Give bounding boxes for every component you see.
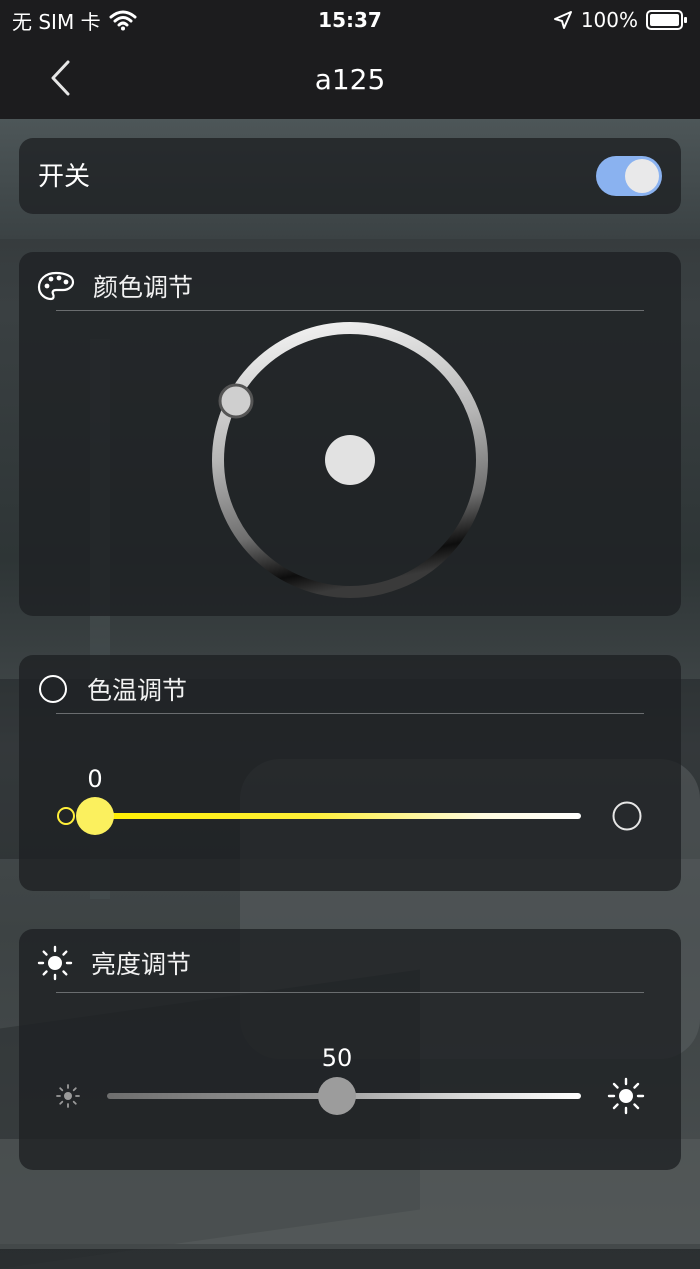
page-title: a125 <box>314 63 386 96</box>
wifi-icon <box>109 10 137 31</box>
sun-icon <box>37 945 73 981</box>
color-temp-card: 色温调节 0 <box>19 655 681 891</box>
dim-sun-icon <box>56 1084 80 1108</box>
temp-value: 0 <box>87 765 103 793</box>
bright-sun-icon <box>607 1077 645 1115</box>
brightness-slider-thumb[interactable] <box>318 1077 356 1115</box>
toggle-knob <box>625 159 659 193</box>
divider <box>56 713 644 714</box>
brightness-card: 亮度调节 50 <box>19 929 681 1170</box>
temp-section-title: 色温调节 <box>87 676 188 705</box>
warm-end-icon <box>57 807 75 825</box>
temp-slider-thumb[interactable] <box>76 797 114 835</box>
power-toggle[interactable] <box>596 156 662 196</box>
temp-slider-track[interactable] <box>95 813 581 819</box>
color-section-title: 颜色调节 <box>93 273 194 302</box>
wheel-center-dot <box>325 435 375 485</box>
wheel-handle[interactable] <box>218 383 254 419</box>
palette-icon <box>37 271 75 301</box>
navigation-bar: a125 <box>0 40 700 119</box>
battery-percent: 100% <box>580 8 638 32</box>
chevron-left-icon <box>51 60 70 96</box>
divider <box>56 992 644 993</box>
cool-end-icon <box>612 801 642 831</box>
carrier-label: 无 SIM 卡 <box>12 9 101 34</box>
location-arrow-icon <box>553 11 572 29</box>
battery-icon <box>646 10 687 30</box>
color-card: 颜色调节 <box>19 252 681 616</box>
power-card: 开关 <box>19 138 681 214</box>
power-label: 开关 <box>38 162 91 192</box>
brightness-section-title: 亮度调节 <box>91 950 192 979</box>
brightness-value: 50 <box>321 1044 353 1072</box>
back-button[interactable] <box>40 58 80 98</box>
circle-outline-icon <box>39 675 67 703</box>
status-bar: 无 SIM 卡 15:37 100% <box>0 0 700 40</box>
color-wheel[interactable] <box>200 310 500 610</box>
